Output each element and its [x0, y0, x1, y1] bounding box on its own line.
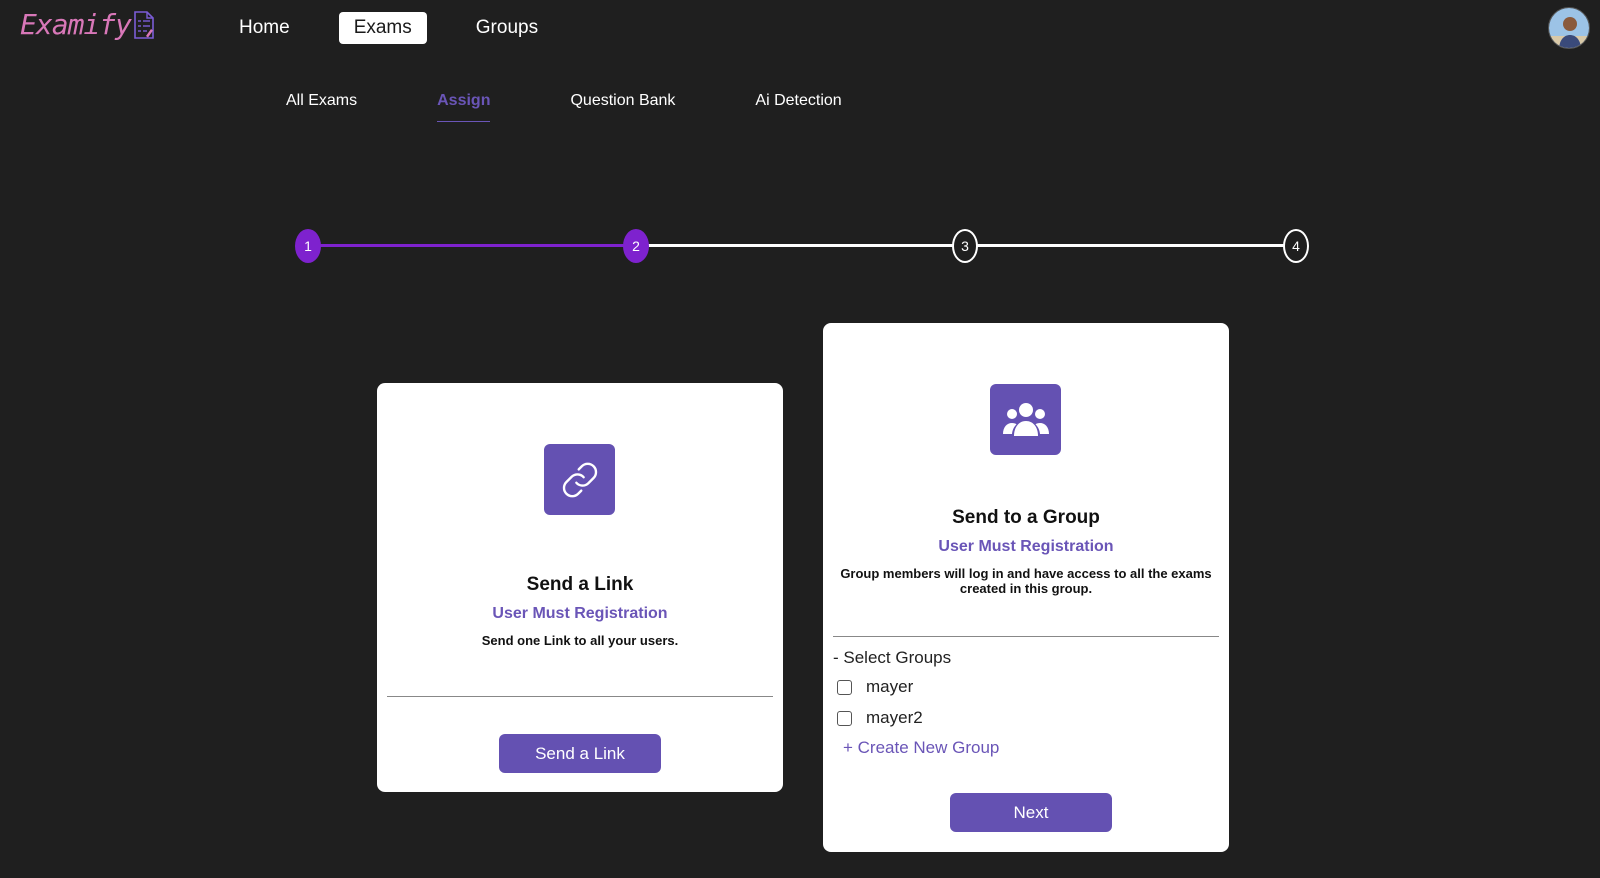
document-icon — [134, 10, 154, 39]
send-link-card: Send a Link User Must Registration Send … — [377, 383, 783, 792]
divider — [387, 696, 773, 697]
step-1: 1 — [295, 229, 321, 263]
link-card-subtitle: User Must Registration — [492, 605, 668, 622]
group-card-title: Send to a Group — [952, 507, 1100, 528]
avatar[interactable] — [1548, 7, 1590, 49]
group-name: mayer — [866, 677, 914, 696]
step-3: 3 — [952, 229, 978, 263]
group-card-subtitle: User Must Registration — [938, 538, 1114, 555]
next-button[interactable]: Next — [950, 793, 1112, 832]
group-icon-tile — [990, 384, 1061, 455]
app-logo[interactable]: Examify — [20, 8, 155, 41]
tab-assign[interactable]: Assign — [437, 92, 491, 122]
group-option[interactable]: mayer — [837, 677, 913, 697]
exam-subnav: All Exams Assign Question Bank Ai Detect… — [286, 92, 922, 122]
step-connector-1 — [318, 244, 630, 247]
group-checkbox[interactable] — [837, 710, 852, 726]
progress-stepper: 1 2 3 4 — [0, 0, 1600, 300]
logo-text: Examify — [20, 8, 132, 41]
tab-question-bank[interactable]: Question Bank — [570, 92, 675, 122]
nav-home[interactable]: Home — [224, 12, 305, 44]
user-avatar-icon — [1549, 8, 1589, 48]
send-link-button[interactable]: Send a Link — [499, 734, 661, 773]
top-navigation: Home Exams Groups — [224, 12, 553, 44]
link-card-description: Send one Link to all your users. — [481, 633, 679, 648]
step-4: 4 — [1283, 229, 1309, 263]
tab-ai-detection[interactable]: Ai Detection — [755, 92, 841, 122]
step-connector-3 — [974, 244, 1290, 247]
group-name: mayer2 — [866, 708, 923, 727]
nav-groups[interactable]: Groups — [461, 12, 553, 44]
users-group-icon — [1002, 402, 1049, 436]
tab-all-exams[interactable]: All Exams — [286, 92, 357, 122]
link-icon — [562, 462, 597, 497]
link-card-title: Send a Link — [526, 574, 634, 595]
link-icon-tile — [544, 444, 615, 515]
group-option[interactable]: mayer2 — [837, 708, 923, 728]
create-new-group-link[interactable]: + Create New Group — [843, 738, 999, 758]
group-checkbox[interactable] — [837, 679, 852, 695]
divider — [833, 636, 1219, 637]
nav-exams[interactable]: Exams — [338, 12, 427, 44]
step-connector-2 — [644, 244, 956, 247]
step-2: 2 — [623, 229, 649, 263]
send-group-card: Send to a Group User Must Registration G… — [823, 323, 1229, 852]
group-card-description: Group members will log in and have acces… — [840, 566, 1212, 596]
select-groups-label: - Select Groups — [833, 648, 952, 667]
